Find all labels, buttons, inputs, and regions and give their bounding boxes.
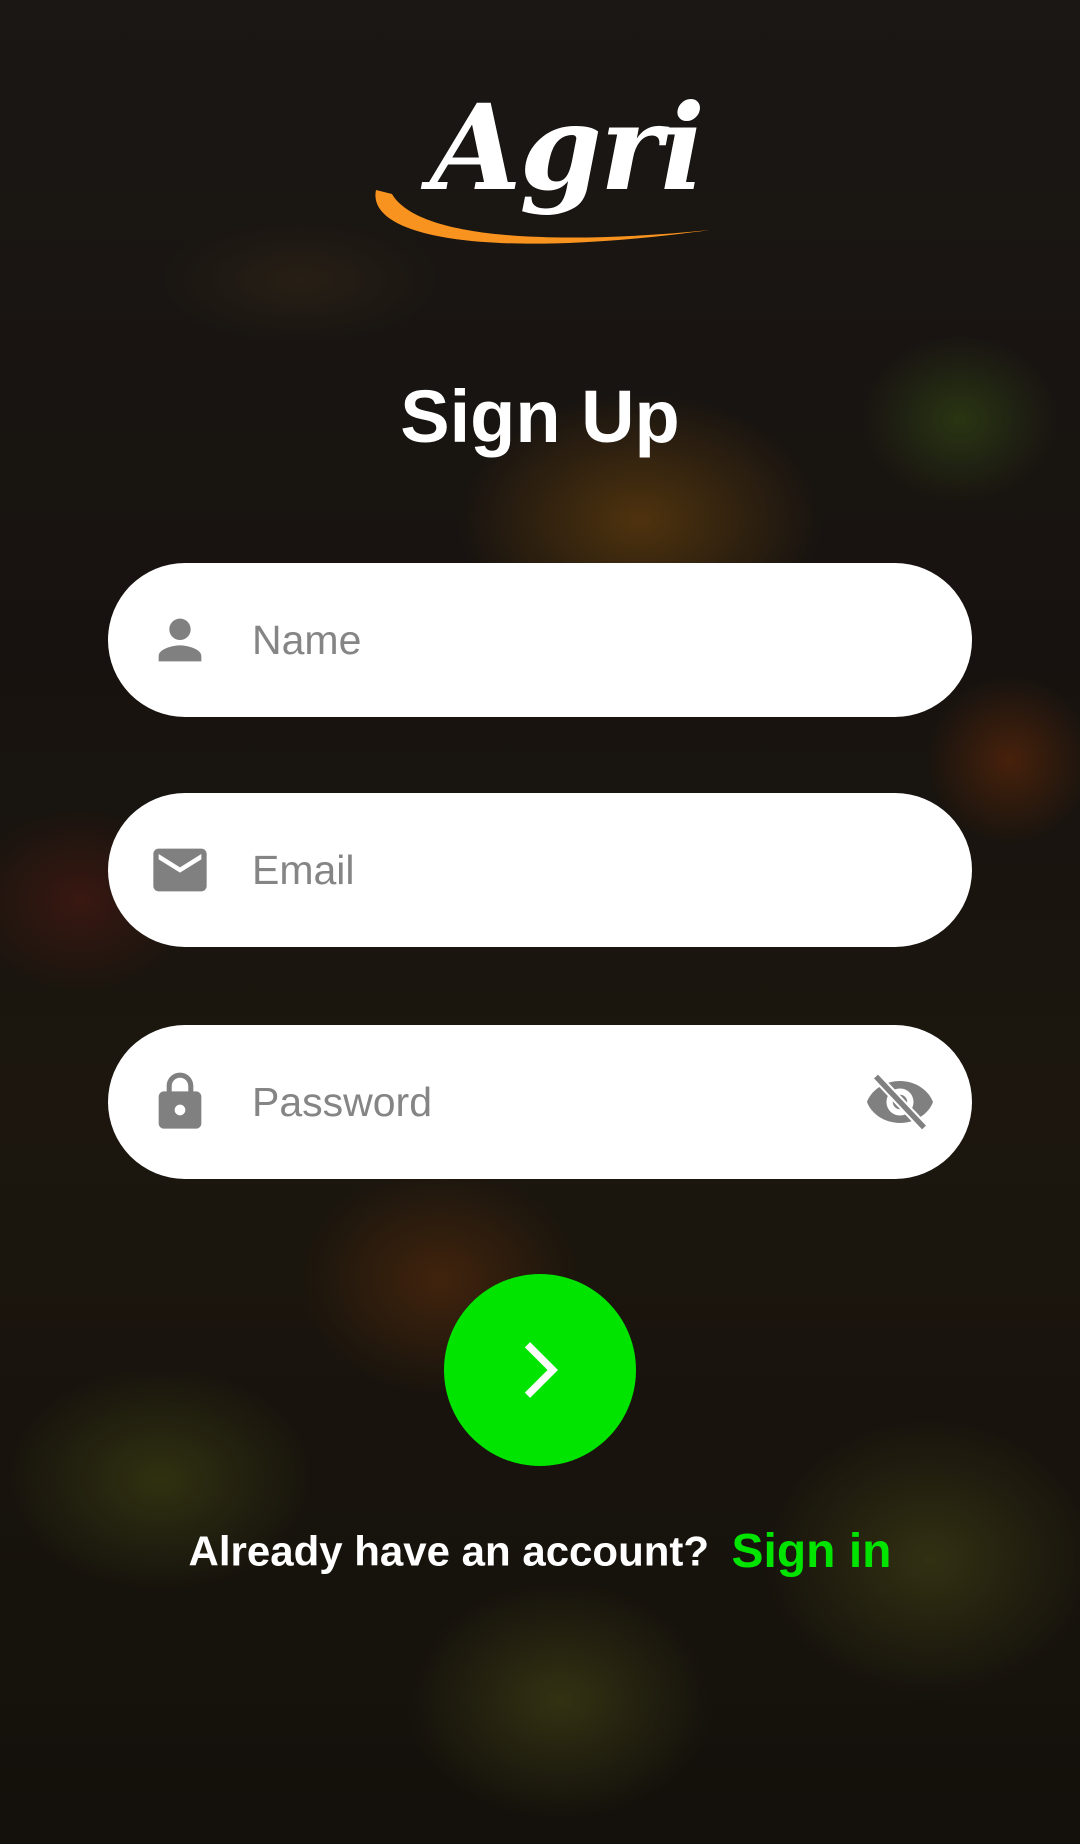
email-field[interactable] bbox=[108, 793, 972, 947]
visibility-off-icon[interactable] bbox=[864, 1072, 936, 1132]
app-logo: Agri bbox=[370, 78, 710, 268]
password-field[interactable] bbox=[108, 1025, 972, 1179]
logo-text: Agri bbox=[430, 78, 705, 217]
sign-up-screen: Agri Sign Up Already have an account? bbox=[0, 0, 1080, 1844]
page-title: Sign Up bbox=[400, 375, 680, 458]
signin-link[interactable]: Sign in bbox=[731, 1525, 891, 1578]
email-input[interactable] bbox=[252, 793, 872, 947]
lock-icon bbox=[158, 1072, 202, 1129]
chevron-right-icon bbox=[524, 1342, 558, 1398]
mail-icon bbox=[153, 848, 207, 892]
password-input[interactable] bbox=[252, 1025, 872, 1179]
submit-button[interactable] bbox=[444, 1274, 636, 1466]
signin-question: Already have an account? bbox=[188, 1527, 710, 1575]
person-icon bbox=[158, 618, 202, 662]
signin-prompt: Already have an account? Sign in bbox=[0, 1524, 1080, 1579]
name-field[interactable] bbox=[108, 563, 972, 717]
name-input[interactable] bbox=[252, 563, 872, 717]
